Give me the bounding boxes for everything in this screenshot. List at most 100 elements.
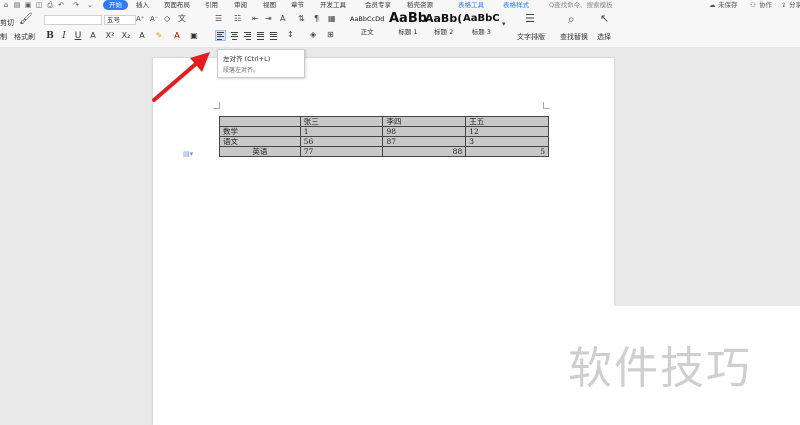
- subscript-icon[interactable]: X₂: [121, 31, 131, 41]
- tab-home[interactable]: 开始: [103, 0, 128, 10]
- tab-page-layout[interactable]: 页面布局: [164, 0, 190, 10]
- paragraph-settings-icon[interactable]: ▦: [328, 14, 336, 24]
- align-right-button[interactable]: [243, 31, 252, 40]
- collab-button[interactable]: 协作: [759, 0, 772, 10]
- select-cursor-icon[interactable]: ↖: [600, 13, 609, 24]
- align-left-button[interactable]: [215, 30, 226, 41]
- numbered-list-icon[interactable]: ☷: [234, 14, 241, 24]
- text-effect-icon[interactable]: A: [137, 31, 147, 41]
- cloud-icon: ☁: [709, 1, 716, 9]
- highlight-icon[interactable]: ✎: [154, 31, 164, 41]
- table-cell[interactable]: 5: [465, 146, 549, 157]
- tab-table-style[interactable]: 表格样式: [503, 0, 529, 10]
- font-size-select[interactable]: 五号: [104, 15, 136, 25]
- chinese-layout-icon[interactable]: A: [280, 14, 285, 24]
- decrease-indent-icon[interactable]: ⇤: [252, 14, 259, 24]
- tab-references[interactable]: 引用: [205, 0, 218, 10]
- underline-icon[interactable]: U: [73, 31, 83, 41]
- table-row: 语文 56 87 3: [219, 136, 549, 147]
- home-icon[interactable]: ⌂: [2, 1, 10, 9]
- menu-bar: ⌂ ▤ ▣ ◫ ⎙ ↶ ↷ ⌄ 开始 插入 页面布局 引用 审阅 视图 章节 开…: [0, 0, 800, 11]
- table-row: 英语 77 88 5: [219, 146, 549, 157]
- select-button[interactable]: 选择: [597, 33, 611, 42]
- tab-developer[interactable]: 开发工具: [320, 0, 346, 10]
- table-cell[interactable]: 1: [299, 126, 384, 137]
- paste-options-icon[interactable]: ▤▾: [183, 150, 193, 158]
- table-row: 张三 李四 王五: [219, 116, 549, 127]
- table-cell[interactable]: 56: [299, 136, 384, 147]
- styles-more-icon[interactable]: ▾: [502, 19, 506, 29]
- tab-insert[interactable]: 插入: [136, 0, 149, 10]
- undo-icon[interactable]: ↶: [57, 1, 65, 9]
- tab-member[interactable]: 会员专享: [365, 0, 391, 10]
- save-status[interactable]: 未保存: [718, 0, 738, 10]
- text-layout-icon[interactable]: ☰: [525, 13, 535, 24]
- table-cell[interactable]: 12: [465, 126, 549, 137]
- bullet-list-icon[interactable]: ☰: [215, 14, 222, 24]
- open-file-icon[interactable]: ▤: [13, 1, 21, 9]
- grow-font-icon[interactable]: A⁺: [136, 14, 144, 24]
- align-justify-button[interactable]: [256, 31, 265, 40]
- save-icon[interactable]: ▣: [24, 1, 32, 9]
- share-button[interactable]: 分享: [789, 0, 800, 10]
- tab-view[interactable]: 视图: [263, 0, 276, 10]
- format-painter-icon[interactable]: 🖌: [19, 13, 33, 26]
- document-page[interactable]: ▤▾ 张三 李四 王五 数学 1 98 12 语文 56 87 3 英语 77 …: [153, 58, 614, 425]
- sort-icon[interactable]: ⇅: [298, 14, 305, 24]
- style-heading-3[interactable]: AaBbC 标题 3: [463, 13, 500, 36]
- text-layout-button[interactable]: 文字排版: [517, 33, 545, 42]
- clear-format-icon[interactable]: ◇: [164, 14, 170, 24]
- tab-review[interactable]: 审阅: [234, 0, 247, 10]
- margin-mark: [543, 102, 550, 109]
- shrink-font-icon[interactable]: A⁻: [150, 14, 158, 24]
- strikethrough-icon[interactable]: A: [88, 31, 98, 41]
- collab-icon: ⚇: [750, 1, 756, 9]
- char-border-icon[interactable]: ▣: [189, 31, 199, 41]
- table-cell[interactable]: 87: [382, 136, 467, 147]
- phonetic-icon[interactable]: 文: [178, 14, 186, 24]
- find-replace-button[interactable]: 查找替换: [560, 33, 588, 42]
- line-spacing-icon[interactable]: ↕: [287, 30, 294, 40]
- table-cell[interactable]: 李四: [382, 116, 467, 127]
- table-cell[interactable]: 王五: [465, 116, 549, 127]
- font-name-input[interactable]: [44, 15, 102, 25]
- table-cell[interactable]: 英语: [219, 146, 301, 157]
- tab-docer[interactable]: 稻壳资源: [407, 0, 433, 10]
- cut-button[interactable]: 剪切: [0, 19, 14, 28]
- show-marks-icon[interactable]: ¶: [314, 14, 319, 24]
- bold-icon[interactable]: B: [45, 31, 55, 41]
- table-cell[interactable]: 张三: [299, 116, 384, 127]
- score-table[interactable]: 张三 李四 王五 数学 1 98 12 语文 56 87 3 英语 77 88 …: [219, 116, 549, 157]
- table-cell[interactable]: 语文: [219, 136, 301, 147]
- table-cell[interactable]: 数学: [219, 126, 301, 137]
- table-cell[interactable]: 3: [465, 136, 549, 147]
- table-cell[interactable]: 88: [382, 146, 467, 157]
- italic-icon[interactable]: I: [59, 31, 69, 41]
- style-normal[interactable]: AaBbCcDd 正文: [350, 13, 384, 36]
- share-icon: ⇪: [781, 1, 787, 9]
- shading-icon[interactable]: ◈: [310, 30, 316, 40]
- tooltip-description: 段落左对齐。: [223, 67, 260, 74]
- command-search[interactable]: Q查找命令、搜索模板: [549, 0, 613, 10]
- increase-indent-icon[interactable]: ⇥: [265, 14, 272, 24]
- find-replace-icon[interactable]: ⌕: [568, 13, 575, 25]
- format-painter-button[interactable]: 格式刷: [14, 33, 35, 42]
- print-icon[interactable]: ⎙: [46, 1, 54, 9]
- style-heading-1[interactable]: AaBb 标题 1: [389, 12, 427, 36]
- print-preview-icon[interactable]: ◫: [35, 1, 43, 9]
- tab-chapter[interactable]: 章节: [291, 0, 304, 10]
- style-heading-2[interactable]: AaBb( 标题 2: [425, 13, 462, 37]
- align-center-button[interactable]: [230, 31, 239, 40]
- tooltip-title: 左对齐 (Ctrl+L): [223, 55, 271, 63]
- more-icon[interactable]: ⌄: [86, 1, 94, 9]
- table-cell[interactable]: [219, 116, 301, 127]
- table-cell[interactable]: 98: [382, 126, 467, 137]
- table-row: 数学 1 98 12: [219, 126, 549, 137]
- font-color-icon[interactable]: A: [172, 31, 182, 41]
- borders-icon[interactable]: ⊞: [327, 30, 334, 40]
- redo-icon[interactable]: ↷: [72, 1, 80, 9]
- distributed-align-button[interactable]: [269, 31, 278, 40]
- tab-table-tools[interactable]: 表格工具: [458, 0, 484, 10]
- superscript-icon[interactable]: X²: [105, 31, 115, 41]
- table-cell[interactable]: 77: [299, 146, 384, 157]
